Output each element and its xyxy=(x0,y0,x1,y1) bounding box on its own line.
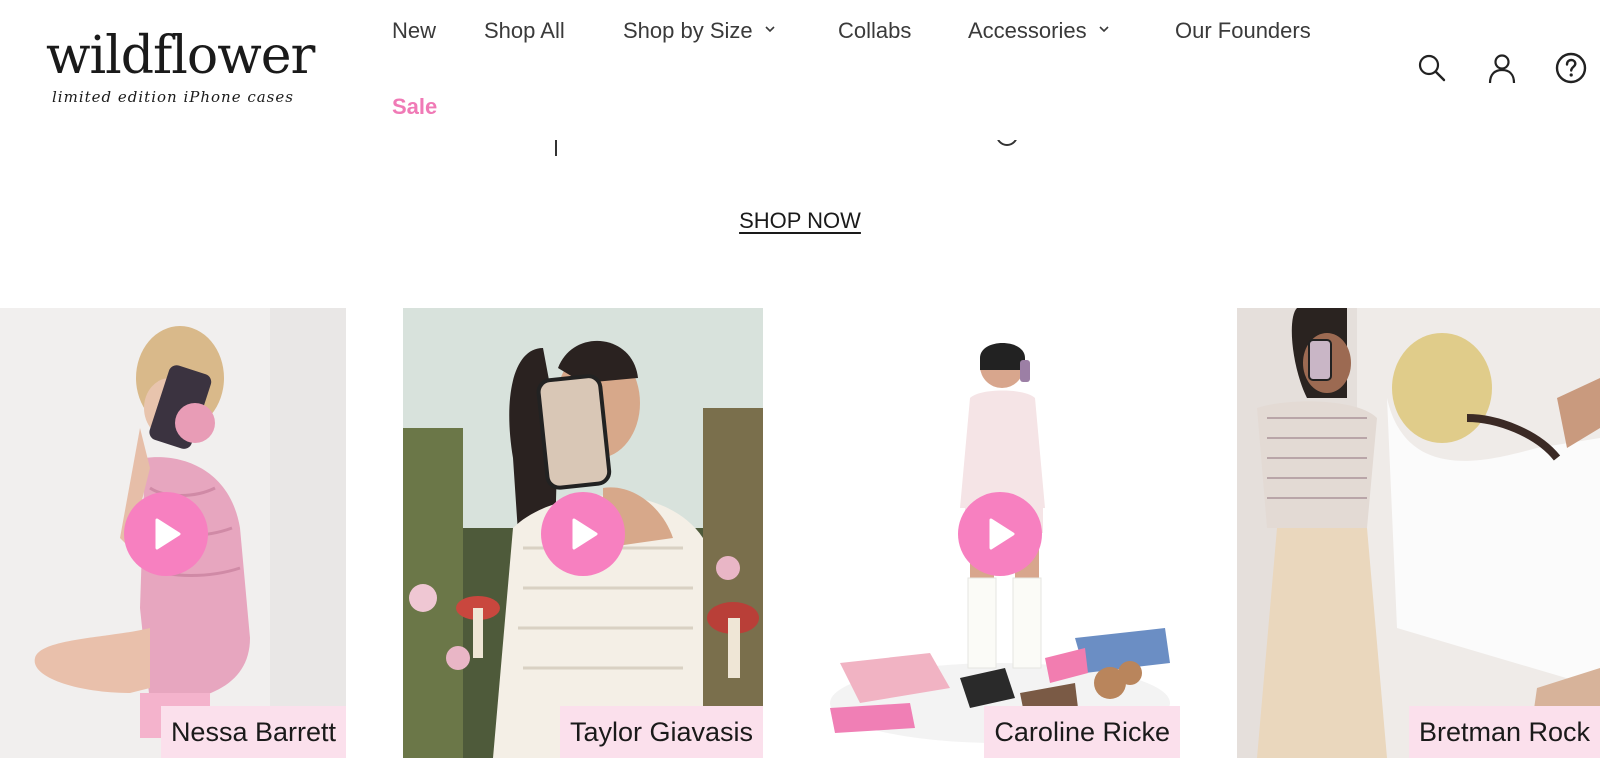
nav-item-label: New xyxy=(392,18,437,43)
brand-logo[interactable]: wildflower limited edition iPhone cases xyxy=(46,26,326,116)
creator-card-caroline-ricke[interactable]: Caroline Ricke xyxy=(820,308,1180,758)
play-icon xyxy=(155,518,181,550)
help-icon[interactable] xyxy=(1555,52,1587,84)
logo-wordmark: wildflower xyxy=(46,26,315,86)
creator-card-bretman-rock[interactable]: Bretman Rock xyxy=(1237,308,1600,758)
nav-item-shop-by-size[interactable]: Shop by Size xyxy=(623,18,775,44)
creator-name-label: Caroline Ricke xyxy=(984,706,1180,758)
nav-item-label: Shop by Size xyxy=(623,18,753,43)
play-video-button[interactable] xyxy=(124,492,208,576)
nav-item-accessories[interactable]: Accessories xyxy=(968,18,1109,44)
creator-card-taylor-giavasis[interactable]: Taylor Giavasis xyxy=(403,308,763,758)
play-video-button[interactable] xyxy=(541,492,625,576)
nav-item-label: Shop All xyxy=(484,18,565,43)
creator-name-label: Nessa Barrett xyxy=(160,706,346,758)
nav-item-label: Collabs xyxy=(838,18,912,43)
nav-item-label: Our Founders xyxy=(1175,18,1311,43)
site-header: wildflower limited edition iPhone cases … xyxy=(0,0,1600,140)
shop-now-link[interactable]: SHOP NOW xyxy=(739,208,861,233)
shop-now-container: SHOP NOW xyxy=(0,208,1600,234)
logo-tagline: limited edition iPhone cases xyxy=(52,88,294,106)
creator-photo xyxy=(1237,308,1600,758)
chevron-down-icon xyxy=(1099,26,1109,33)
play-video-button[interactable] xyxy=(958,492,1042,576)
nav-item-label: Accessories xyxy=(968,18,1087,43)
nav-item-shop-all[interactable]: Shop All xyxy=(484,18,565,44)
nav-item-new[interactable]: New xyxy=(392,18,436,44)
creator-name-label: Bretman Rock xyxy=(1408,706,1600,758)
play-icon xyxy=(572,518,598,550)
hero-text-fragment xyxy=(555,140,559,158)
nav-item-label: Sale xyxy=(392,94,438,119)
play-icon xyxy=(989,518,1015,550)
account-icon[interactable] xyxy=(1486,52,1518,84)
creator-name-label: Taylor Giavasis xyxy=(559,706,763,758)
nav-item-sale[interactable]: Sale xyxy=(392,94,437,120)
creator-card-nessa-barrett[interactable]: Nessa Barrett xyxy=(0,308,346,758)
search-icon[interactable] xyxy=(1416,52,1448,84)
chevron-down-icon xyxy=(765,26,775,33)
nav-item-collabs[interactable]: Collabs xyxy=(838,18,911,44)
nav-item-our-founders[interactable]: Our Founders xyxy=(1175,18,1311,44)
hero-text-fragment xyxy=(996,140,1020,158)
